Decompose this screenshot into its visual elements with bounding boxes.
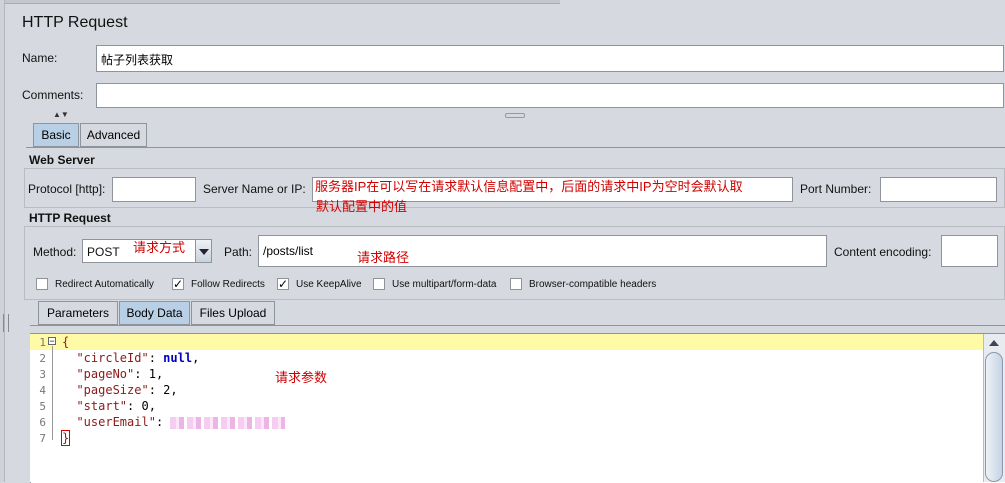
method-note: 请求方式 [133, 240, 186, 255]
path-note: 请求路径 [357, 250, 410, 265]
comments-label: Comments: [22, 88, 84, 102]
json-value: 2 [163, 383, 171, 397]
tab-basic[interactable]: Basic [33, 123, 79, 147]
code-line: "circleId": null, [76, 351, 200, 365]
json-value: 0 [141, 399, 149, 413]
panel-title: HTTP Request [22, 14, 128, 31]
port-input[interactable] [880, 177, 997, 202]
params-note: 请求参数 [275, 370, 328, 385]
line-number: 6 [39, 416, 46, 429]
code-line: "pageNo": 1, [76, 367, 164, 381]
name-label: Name: [22, 51, 58, 65]
http-request-heading: HTTP Request [29, 211, 111, 225]
follow-redirects-label: Follow Redirects [191, 279, 265, 290]
line-number: 5 [39, 400, 46, 413]
server-value: 服务器IP在可以写在请求默认信息配置中，后面的请求中IP为空时会默认取 [315, 179, 743, 194]
web-server-heading: Web Server [29, 153, 95, 167]
code-brace: { [62, 335, 70, 349]
line-number: 2 [39, 352, 46, 365]
scroll-up-icon[interactable] [985, 336, 1003, 350]
path-input[interactable]: /posts/list [258, 235, 827, 267]
line-number: 7 [39, 432, 46, 445]
use-keepalive-checkbox[interactable]: ✓ [277, 278, 289, 290]
json-key: "start" [76, 399, 128, 413]
json-key: "circleId" [76, 351, 149, 365]
line-number: 4 [39, 384, 46, 397]
json-key: "pageNo" [76, 367, 135, 381]
multipart-label: Use multipart/form-data [392, 279, 497, 290]
browser-compatible-checkbox[interactable] [510, 278, 522, 290]
browser-compatible-label: Browser-compatible headers [529, 279, 657, 290]
current-line-highlight [30, 334, 983, 350]
redirect-automatically-checkbox[interactable] [36, 278, 48, 290]
split-grip[interactable] [3, 314, 9, 332]
splitter-handle[interactable] [505, 113, 525, 118]
redacted-email [170, 417, 285, 429]
code-line: "userEmail": [76, 415, 171, 429]
scroll-thumb[interactable] [985, 352, 1003, 482]
tab-advanced[interactable]: Advanced [80, 123, 147, 147]
port-label: Port Number: [800, 182, 872, 196]
redirect-automatically-label: Redirect Automatically [55, 279, 154, 290]
line-number: 1 [39, 336, 46, 349]
json-key: "userEmail" [76, 415, 156, 429]
code-line: "start": 0, [76, 399, 156, 413]
encoding-label: Content encoding: [834, 245, 932, 259]
code-line: "pageSize": 2, [76, 383, 178, 397]
follow-redirects-checkbox[interactable]: ✓ [172, 278, 184, 290]
multipart-checkbox[interactable] [373, 278, 385, 290]
dropdown-arrow-icon[interactable] [195, 240, 211, 262]
code-line: { [62, 335, 69, 349]
json-key: "pageSize" [76, 383, 149, 397]
line-number: 3 [39, 368, 46, 381]
name-input[interactable]: 帖子列表获取 [96, 45, 1004, 72]
body-tab-divider [30, 325, 1005, 326]
method-label: Method: [33, 245, 77, 259]
code-brace: } [60, 430, 71, 446]
server-value-overflow: 默认配置中的值 [316, 199, 408, 214]
server-label: Server Name or IP: [203, 182, 306, 196]
encoding-input[interactable] [941, 235, 998, 267]
method-value: POST [87, 245, 120, 259]
code-line: } [60, 430, 71, 446]
protocol-label: Protocol [http]: [28, 182, 106, 196]
json-value: null [163, 351, 193, 365]
use-keepalive-label: Use KeepAlive [296, 279, 362, 290]
fold-guide [52, 346, 53, 440]
protocol-input[interactable] [112, 177, 196, 202]
tab-divider [26, 147, 1005, 148]
collapse-arrows-icon[interactable]: ▲▼ [53, 110, 69, 119]
json-value: 1 [148, 367, 156, 381]
comments-input[interactable] [96, 83, 1004, 108]
path-label: Path: [224, 245, 253, 259]
left-split-panel[interactable] [0, 0, 5, 482]
tab-parameters[interactable]: Parameters [38, 301, 118, 325]
tab-body-data[interactable]: Body Data [119, 301, 190, 325]
top-border [0, 0, 560, 4]
tab-files-upload[interactable]: Files Upload [191, 301, 275, 325]
fold-toggle-icon[interactable]: − [48, 337, 56, 346]
